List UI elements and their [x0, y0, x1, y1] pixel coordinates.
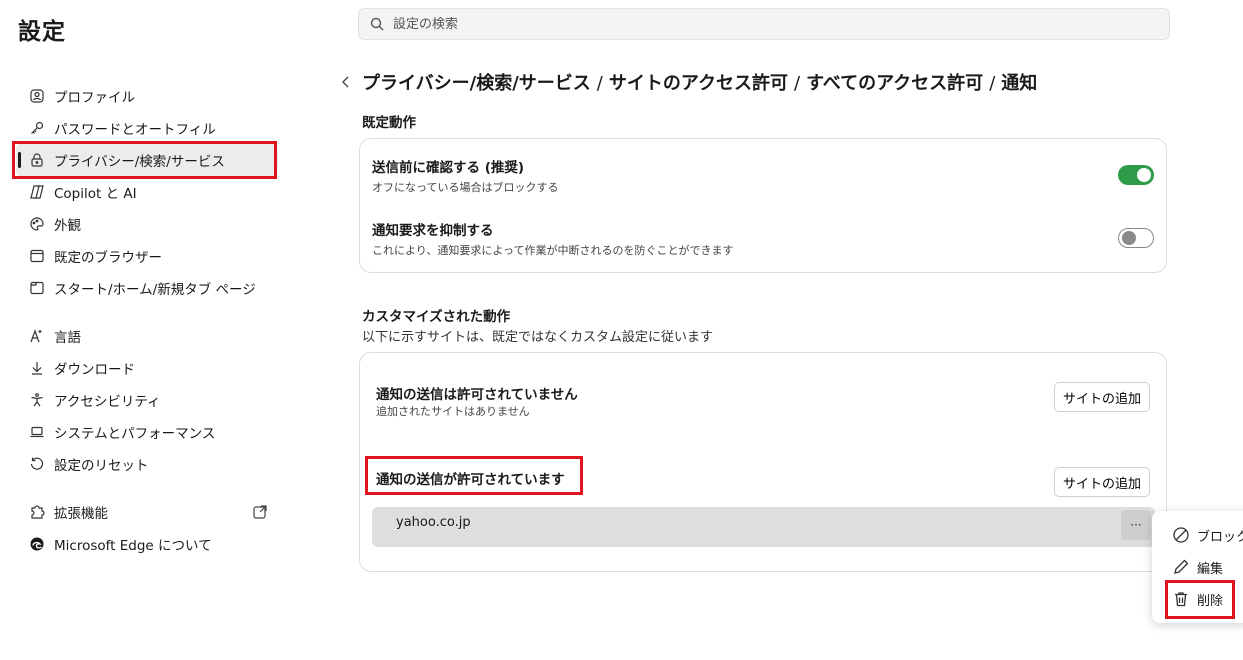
menu-item-delete[interactable]: 削除: [1152, 583, 1243, 615]
add-site-blocked-button[interactable]: サイトの追加: [1053, 382, 1150, 412]
trash-icon: [1172, 590, 1190, 608]
add-site-allowed-button[interactable]: サイトの追加: [1053, 467, 1150, 497]
pencil-icon: [1172, 558, 1190, 576]
sidebar-nav: プロファイル パスワードとオートフィル プライバシー/検索/サービス Copil…: [16, 80, 278, 560]
palette-icon: [28, 215, 46, 233]
menu-item-label: 削除: [1197, 593, 1224, 609]
sidebar-item-label: 設定のリセット: [54, 458, 149, 474]
breadcrumb-item-current: 通知: [1001, 73, 1038, 94]
search-box[interactable]: [358, 8, 1170, 40]
breadcrumb-separator: /: [793, 73, 801, 94]
sidebar-item-appearance[interactable]: 外観: [16, 208, 278, 240]
breadcrumb-item[interactable]: すべてのアクセス許可: [806, 73, 983, 94]
toggle-knob: [1137, 168, 1151, 182]
page-title: 設定: [18, 19, 66, 45]
sidebar-item-reset[interactable]: 設定のリセット: [16, 448, 278, 480]
ask-before-sending-subtitle: オフになっている場合はブロックする: [372, 181, 559, 194]
reset-icon: [28, 455, 46, 473]
home-icon: [28, 279, 46, 297]
not-allowed-title: 通知の送信は許可されていません: [376, 387, 578, 403]
sidebar-item-accessibility[interactable]: アクセシビリティ: [16, 384, 278, 416]
edge-icon: [28, 535, 46, 553]
lock-icon: [28, 151, 46, 169]
sidebar-item-copilot[interactable]: Copilot と AI: [16, 176, 278, 208]
ask-before-sending-toggle[interactable]: [1118, 165, 1154, 185]
browser-icon: [28, 247, 46, 265]
quiet-requests-subtitle: これにより、通知要求によって作業が中断されるのを防ぐことができます: [372, 244, 734, 257]
breadcrumb-separator: /: [596, 73, 603, 94]
breadcrumb: プライバシー/検索/サービス / サイトのアクセス許可 / すべてのアクセス許可 / 通知: [362, 69, 1037, 95]
sidebar-item-label: パスワードとオートフィル: [54, 122, 216, 138]
download-icon: [28, 359, 46, 377]
quiet-requests-title: 通知要求を抑制する: [372, 223, 494, 239]
breadcrumb-separator: /: [989, 73, 996, 94]
sidebar-item-downloads[interactable]: ダウンロード: [16, 352, 278, 384]
default-behavior-heading: 既定動作: [362, 115, 416, 131]
sidebar-item-privacy[interactable]: プライバシー/検索/サービス: [16, 144, 278, 176]
laptop-icon: [28, 423, 46, 441]
search-input[interactable]: [393, 16, 1093, 32]
external-link-icon[interactable]: [252, 504, 268, 520]
breadcrumb-item[interactable]: サイトのアクセス許可: [609, 73, 788, 94]
customized-behavior-description: 以下に示すサイトは、既定ではなくカスタム設定に従います: [362, 330, 714, 345]
sidebar-item-label: システムとパフォーマンス: [54, 426, 216, 442]
sidebar-item-label: Copilot と AI: [54, 186, 137, 202]
sidebar-item-passwords[interactable]: パスワードとオートフィル: [16, 112, 278, 144]
context-menu: ブロック 編集 削除: [1152, 511, 1243, 623]
sidebar-item-label: 外観: [54, 218, 81, 234]
language-icon: [28, 327, 46, 345]
sidebar-item-label: 既定のブラウザー: [54, 250, 162, 266]
sidebar-item-label: プライバシー/検索/サービス: [54, 154, 225, 170]
site-name: yahoo.co.jp: [396, 515, 471, 530]
puzzle-icon: [28, 503, 46, 521]
more-actions-button[interactable]: ···: [1121, 510, 1151, 540]
sidebar-item-profile[interactable]: プロファイル: [16, 80, 278, 112]
ask-before-sending-title: 送信前に確認する (推奨): [372, 160, 525, 176]
sidebar-item-start-home[interactable]: スタート/ホーム/新規タブ ページ: [16, 272, 278, 304]
sidebar-item-system[interactable]: システムとパフォーマンス: [16, 416, 278, 448]
toggle-knob: [1122, 231, 1136, 245]
menu-item-label: 編集: [1197, 561, 1224, 577]
copilot-icon: [28, 183, 46, 201]
block-icon: [1172, 526, 1190, 544]
sidebar-item-label: アクセシビリティ: [54, 394, 161, 410]
sidebar-item-label: スタート/ホーム/新規タブ ページ: [54, 282, 256, 298]
back-button[interactable]: [338, 72, 354, 92]
quiet-requests-toggle[interactable]: [1118, 228, 1154, 248]
sidebar-item-label: プロファイル: [54, 90, 135, 106]
not-allowed-subtitle: 追加されたサイトはありません: [376, 405, 530, 418]
breadcrumb-item[interactable]: プライバシー/検索/サービス: [362, 73, 591, 94]
customized-behavior-card: 通知の送信は許可されていません 追加されたサイトはありません サイトの追加 通知…: [359, 352, 1167, 572]
menu-item-label: ブロック: [1197, 529, 1243, 545]
sidebar-item-extensions[interactable]: 拡張機能: [16, 496, 278, 528]
site-row: yahoo.co.jp ···: [372, 507, 1155, 547]
sidebar: 設定 プロファイル パスワードとオートフィル プライバシー/検索/サービス Co…: [0, 0, 290, 660]
sidebar-item-label: 拡張機能: [54, 506, 108, 522]
menu-item-edit[interactable]: 編集: [1152, 551, 1243, 583]
key-icon: [28, 119, 46, 137]
customized-behavior-heading: カスタマイズされた動作: [362, 309, 511, 325]
sidebar-item-label: Microsoft Edge について: [54, 538, 212, 554]
default-behavior-card: 送信前に確認する (推奨) オフになっている場合はブロックする 通知要求を抑制す…: [359, 138, 1167, 273]
sidebar-item-label: ダウンロード: [54, 362, 135, 378]
search-icon: [369, 16, 385, 32]
sidebar-item-default-browser[interactable]: 既定のブラウザー: [16, 240, 278, 272]
allowed-title: 通知の送信が許可されています: [376, 472, 565, 488]
accessibility-icon: [28, 391, 46, 409]
sidebar-item-about[interactable]: Microsoft Edge について: [16, 528, 278, 560]
menu-item-block[interactable]: ブロック: [1152, 519, 1243, 551]
sidebar-item-label: 言語: [54, 330, 81, 346]
sidebar-item-languages[interactable]: 言語: [16, 320, 278, 352]
profile-icon: [28, 87, 46, 105]
